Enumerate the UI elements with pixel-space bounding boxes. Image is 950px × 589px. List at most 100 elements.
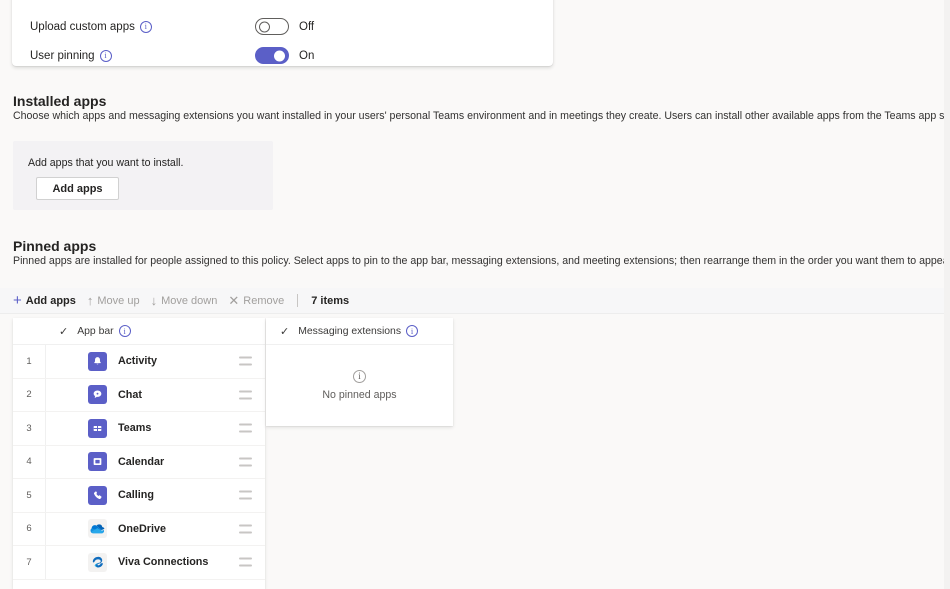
add-apps-command-label: Add apps	[26, 295, 76, 307]
table-row[interactable]: 5 Calling	[13, 479, 265, 513]
toggle-user-pinning[interactable]	[255, 47, 289, 64]
app-name: Calendar	[118, 456, 164, 468]
checkmark-icon[interactable]: ✓	[280, 325, 289, 338]
installed-apps-title: Installed apps	[13, 93, 106, 109]
drag-handle-icon[interactable]	[239, 390, 252, 399]
chat-bubble-icon	[88, 385, 107, 404]
messaging-extensions-empty-state: i No pinned apps	[266, 345, 453, 425]
app-cell: Activity	[45, 345, 265, 378]
add-apps-command[interactable]: + Add apps	[13, 293, 76, 308]
setting-label-user-pinning: User pinning i	[30, 50, 112, 62]
pinned-apps-description: Pinned apps are installed for people ass…	[13, 255, 950, 267]
toggle-state-label: On	[299, 50, 314, 62]
app-cell: Teams	[45, 412, 265, 445]
setting-row-upload-custom-apps: Upload custom apps i Off	[12, 12, 553, 41]
table-row[interactable]: 3 Teams	[13, 412, 265, 446]
row-index: 5	[13, 490, 45, 501]
setting-label-upload-custom-apps: Upload custom apps i	[30, 21, 152, 33]
table-row[interactable]: 2 Chat	[13, 379, 265, 413]
app-cell: Calendar	[45, 446, 265, 479]
pinned-apps-description-text: Pinned apps are installed for people ass…	[13, 255, 950, 267]
info-icon[interactable]: i	[100, 50, 112, 62]
bell-icon	[88, 352, 107, 371]
remove-command-label: Remove	[243, 295, 284, 307]
info-icon: i	[353, 370, 366, 383]
messaging-extensions-header-text: Messaging extensions i	[298, 325, 418, 337]
arrow-up-icon: ↑	[87, 294, 94, 307]
app-cell: OneDrive	[45, 513, 265, 546]
drag-handle-icon[interactable]	[239, 457, 252, 466]
info-icon[interactable]: i	[119, 325, 131, 337]
row-index: 4	[13, 456, 45, 467]
row-index: 1	[13, 356, 45, 367]
drag-handle-icon[interactable]	[239, 524, 252, 533]
app-cell: Calling	[45, 479, 265, 512]
empty-state-label: No pinned apps	[322, 389, 396, 401]
calendar-icon	[88, 452, 107, 471]
onedrive-icon	[88, 519, 107, 538]
drag-handle-icon[interactable]	[239, 357, 252, 366]
setting-label-text: User pinning	[30, 50, 95, 62]
drag-handle-icon[interactable]	[239, 424, 252, 433]
app-cell: Chat	[45, 379, 265, 412]
pinned-apps-command-bar: + Add apps ↑ Move up ↓ Move down ✕ Remov…	[0, 288, 944, 314]
info-icon[interactable]: i	[140, 21, 152, 33]
app-name: Chat	[118, 389, 142, 401]
policy-settings-card: Upload custom apps i Off User pinning i …	[12, 0, 553, 66]
toggle-wrap-user-pinning: On	[255, 47, 314, 64]
installed-apps-panel-text: Add apps that you want to install.	[28, 157, 183, 169]
add-apps-button-installed[interactable]: Add apps	[36, 177, 119, 200]
app-name: Activity	[118, 355, 157, 367]
app-name: Teams	[118, 422, 151, 434]
app-bar-header-text: App bar i	[77, 325, 130, 337]
toggle-knob	[274, 50, 285, 61]
app-bar-rows-container: 1 Activity 2 Chat 3 Teams 4 Calendar 5 Calling 6 On…	[13, 345, 265, 580]
close-icon: ✕	[228, 294, 239, 307]
app-bar-header-label: App bar	[77, 326, 113, 337]
pinned-apps-title: Pinned apps	[13, 238, 96, 254]
move-up-command-label: Move up	[97, 295, 139, 307]
setting-label-text: Upload custom apps	[30, 21, 135, 33]
teams-icon	[88, 419, 107, 438]
command-bar-divider	[297, 294, 298, 307]
row-index: 2	[13, 389, 45, 400]
app-name: OneDrive	[118, 523, 166, 535]
messaging-extensions-header-label: Messaging extensions	[298, 326, 401, 337]
checkmark-icon[interactable]: ✓	[59, 325, 68, 338]
table-row[interactable]: 7 Viva Connections	[13, 546, 265, 580]
app-name: Calling	[118, 489, 154, 501]
table-row[interactable]: 4 Calendar	[13, 446, 265, 480]
app-cell: Viva Connections	[45, 546, 265, 579]
app-bar-pane: ✓ App bar i 1 Activity 2 Chat 3 Teams 4 Calenda…	[13, 318, 265, 589]
viva-icon	[88, 553, 107, 572]
toggle-upload-custom-apps[interactable]	[255, 18, 289, 35]
move-up-command[interactable]: ↑ Move up	[87, 294, 140, 307]
phone-icon	[88, 486, 107, 505]
installed-apps-panel: Add apps that you want to install. Add a…	[13, 141, 273, 210]
app-name: Viva Connections	[118, 556, 208, 568]
installed-apps-description: Choose which apps and messaging extensio…	[13, 110, 950, 122]
toggle-wrap-upload-custom-apps: Off	[255, 18, 314, 35]
messaging-extensions-pane: ✓ Messaging extensions i i No pinned app…	[266, 318, 453, 426]
installed-apps-description-text: Choose which apps and messaging extensio…	[13, 110, 950, 122]
row-index: 6	[13, 523, 45, 534]
drag-handle-icon[interactable]	[239, 491, 252, 500]
arrow-down-icon: ↓	[151, 294, 158, 307]
app-bar-column-header: ✓ App bar i	[13, 318, 265, 345]
move-down-command[interactable]: ↓ Move down	[151, 294, 218, 307]
app-setup-policy-page: Upload custom apps i Off User pinning i …	[0, 0, 950, 589]
setting-row-user-pinning: User pinning i On	[12, 41, 553, 70]
remove-command[interactable]: ✕ Remove	[228, 294, 284, 307]
move-down-command-label: Move down	[161, 295, 217, 307]
info-icon[interactable]: i	[406, 325, 418, 337]
drag-handle-icon[interactable]	[239, 558, 252, 567]
item-count-label: 7 items	[311, 295, 349, 307]
toggle-knob	[259, 21, 270, 32]
messaging-extensions-column-header: ✓ Messaging extensions i	[266, 318, 453, 345]
toggle-state-label: Off	[299, 21, 314, 33]
row-index: 7	[13, 557, 45, 568]
table-row[interactable]: 1 Activity	[13, 345, 265, 379]
table-row[interactable]: 6 OneDrive	[13, 513, 265, 547]
plus-icon: +	[13, 293, 22, 308]
row-index: 3	[13, 423, 45, 434]
